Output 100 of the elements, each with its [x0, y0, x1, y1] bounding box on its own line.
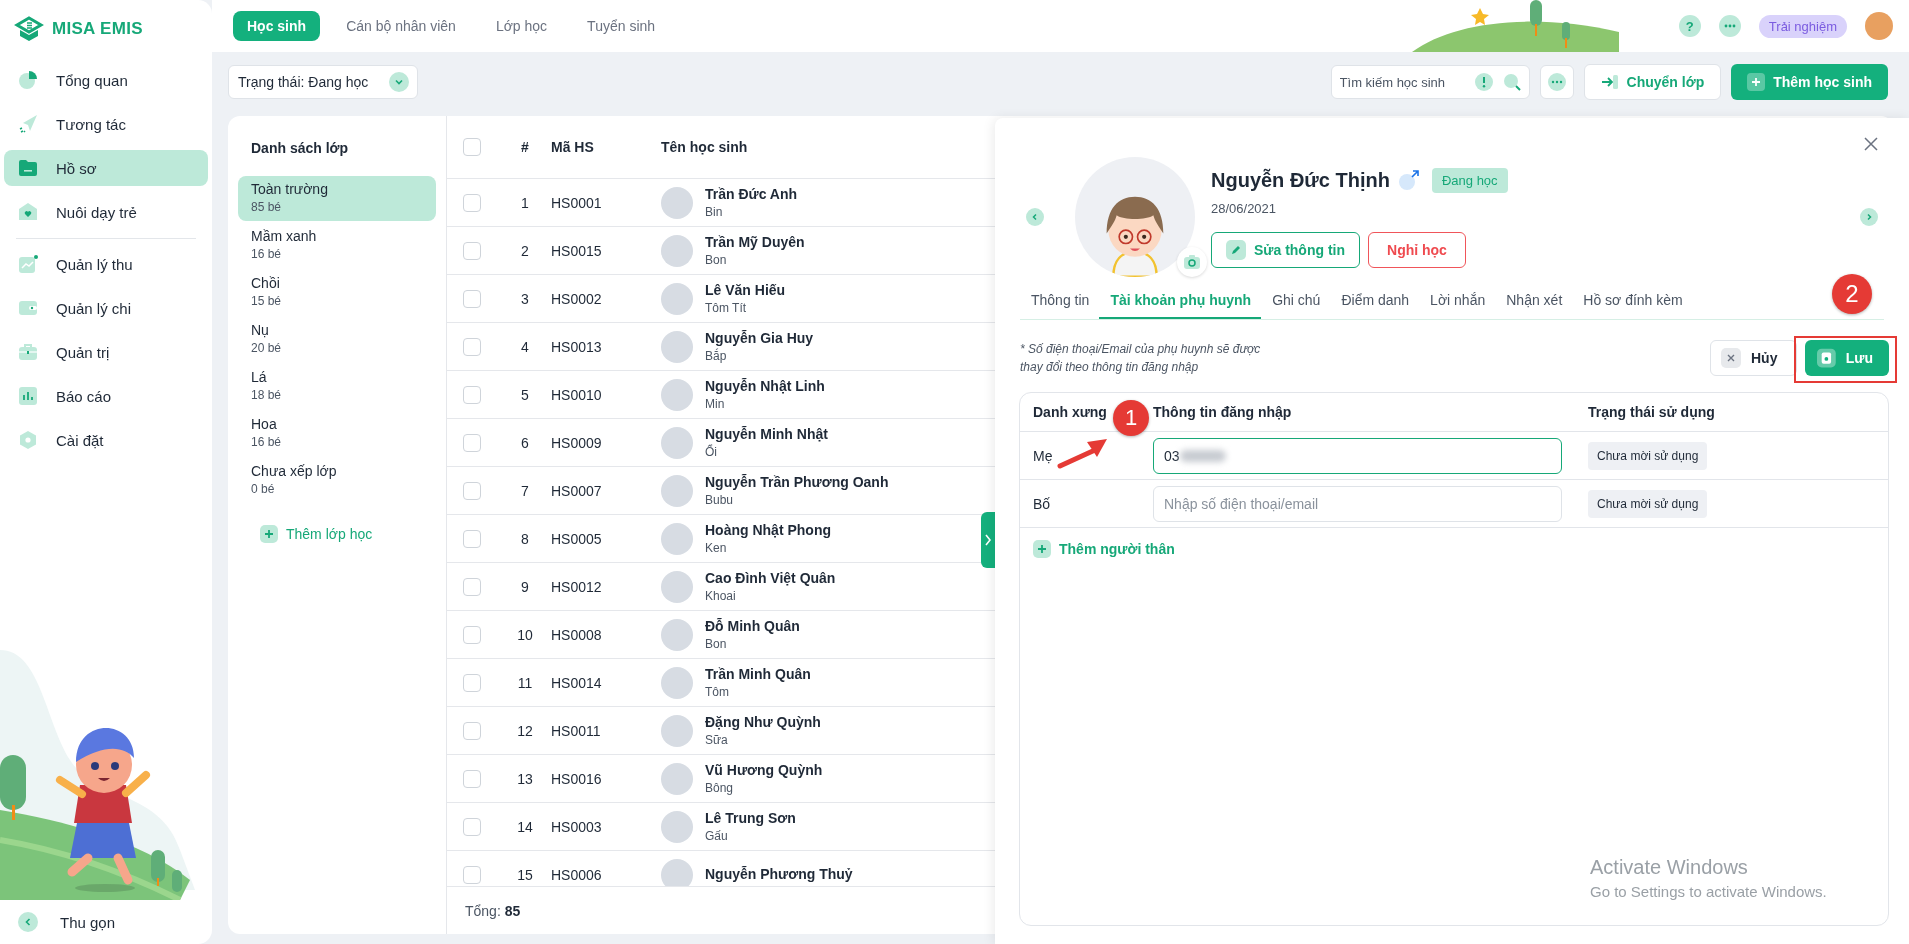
student-code: HS0008	[551, 626, 603, 643]
photo-placeholder	[661, 810, 693, 843]
user-avatar[interactable]	[1865, 12, 1893, 40]
photo-placeholder	[661, 474, 693, 507]
student-name: Nguyễn Phương Thuỷ	[705, 865, 853, 884]
student-code: HS0012	[551, 578, 603, 595]
chevron-left-icon	[1031, 213, 1039, 221]
camera-button[interactable]	[1177, 247, 1207, 277]
login-input[interactable]: Nhập số điện thoại/email	[1153, 485, 1562, 522]
select-all-checkbox[interactable]	[463, 138, 481, 156]
row-checkbox[interactable]	[463, 385, 481, 404]
row-checkbox[interactable]	[463, 865, 481, 884]
sidebar-item[interactable]: Quản lý chi	[4, 290, 208, 326]
login-input[interactable]: 03	[1153, 437, 1562, 474]
settings-icon	[18, 430, 38, 450]
student-name: Trần Minh Quân	[705, 665, 811, 684]
class-item[interactable]: Chồi 15 bé	[238, 270, 436, 315]
column-header: Tên học sinh	[661, 139, 748, 155]
chevron-right-icon	[984, 533, 992, 547]
ellipsis-icon	[1547, 73, 1566, 91]
previous-button[interactable]	[1026, 208, 1044, 226]
class-count: 15 bé	[251, 293, 283, 309]
more-button[interactable]	[1718, 15, 1741, 37]
profile-tab[interactable]: Nhận xét	[1495, 284, 1573, 319]
relation-label: Mẹ	[1033, 447, 1054, 464]
row-checkbox[interactable]	[463, 673, 481, 692]
row-checkbox[interactable]	[463, 241, 481, 260]
next-button[interactable]	[1860, 208, 1878, 226]
student-code: HS0003	[551, 818, 603, 835]
search-field[interactable]: Tìm kiếm học sinh	[1330, 65, 1530, 99]
sidebar-item[interactable]: Hồ sơ	[4, 150, 208, 186]
student-nickname: Ken	[705, 540, 728, 556]
row-checkbox[interactable]	[463, 433, 481, 452]
row-checkbox[interactable]	[463, 817, 481, 836]
expand-handle[interactable]	[981, 512, 995, 568]
row-checkbox[interactable]	[463, 625, 481, 644]
nav-tab[interactable]: Cán bộ nhân viên	[332, 11, 470, 41]
camera-icon	[1183, 254, 1201, 270]
row-checkbox[interactable]	[463, 769, 481, 788]
row-checkbox[interactable]	[463, 481, 481, 500]
class-item[interactable]: Lá 18 bé	[238, 364, 436, 409]
student-name: Lê Văn Hiếu	[705, 281, 786, 300]
more-button[interactable]	[1539, 65, 1574, 99]
photo-placeholder	[661, 858, 693, 886]
student-nickname: Sữa	[705, 732, 729, 748]
row-number: 4	[520, 338, 530, 355]
collapse-button[interactable]: Thu gọn	[0, 900, 212, 944]
sidebar-item[interactable]: Quản trị	[4, 334, 208, 370]
student-name: Nguyễn Nhật Linh	[705, 377, 825, 396]
class-name: Mầm xanh	[251, 227, 318, 246]
profile-tab[interactable]: Thông tin	[1020, 284, 1100, 319]
class-item[interactable]: Mầm xanh 16 bé	[238, 223, 436, 268]
stop-study-button[interactable]: Nghỉ học	[1368, 232, 1466, 268]
profile-tab[interactable]: Lời nhắn	[1419, 284, 1496, 319]
student-code: HS0002	[551, 290, 603, 307]
student-nickname: Min	[705, 396, 726, 412]
logo-text: MISA EMIS	[52, 19, 143, 39]
student-name: Nguyễn Minh Nhật	[705, 425, 828, 444]
cancel-button[interactable]: Hủy	[1710, 340, 1797, 376]
row-number: 1	[520, 194, 530, 211]
sidebar-item[interactable]: Quản lý thu	[4, 246, 208, 282]
sidebar-item[interactable]: Nuôi dạy trẻ	[4, 194, 208, 230]
class-item[interactable]: Chưa xếp lớp 0 bé	[238, 458, 436, 503]
row-number: 6	[520, 434, 530, 451]
sidebar-item[interactable]: Báo cáo	[4, 378, 208, 414]
row-number: 5	[520, 386, 530, 403]
student-nickname: Bin	[705, 204, 724, 220]
photo-placeholder	[661, 714, 693, 747]
student-nickname: Bubu	[705, 492, 735, 508]
status-badge: Đang học	[1431, 167, 1508, 193]
student-name: Nguyễn Trần Phương Oanh	[705, 473, 889, 492]
annotation-marker: 1	[1113, 400, 1149, 436]
class-item[interactable]: Toàn trường 85 bé	[238, 176, 436, 221]
row-number: 10	[516, 626, 534, 643]
nav-tab[interactable]: Tuyển sinh	[573, 11, 670, 41]
sidebar-item[interactable]: Cài đặt	[4, 422, 208, 458]
row-number: 2	[520, 242, 530, 259]
info-icon	[1474, 73, 1493, 91]
close-button[interactable]	[1863, 136, 1879, 152]
nav-tab[interactable]: Lớp học	[481, 11, 562, 41]
class-item[interactable]: Hoa 16 bé	[238, 411, 436, 456]
profile-tab[interactable]: Ghi chú	[1261, 284, 1331, 319]
plus-icon	[1033, 540, 1051, 558]
row-checkbox[interactable]	[463, 337, 481, 356]
sidebar-item[interactable]: Tương tác	[4, 106, 208, 142]
row-checkbox[interactable]	[463, 721, 481, 740]
row-checkbox[interactable]	[463, 289, 481, 308]
sidebar-item[interactable]: Tổng quan	[4, 62, 208, 98]
profile-tab[interactable]: Điểm danh	[1330, 284, 1420, 319]
class-item[interactable]: Nụ 20 bé	[238, 317, 436, 362]
student-name: Nguyễn Gia Huy	[705, 329, 814, 348]
photo-placeholder	[661, 762, 693, 795]
ellipsis-icon	[1723, 24, 1736, 28]
relation-label: Bố	[1033, 495, 1052, 512]
photo-placeholder	[661, 522, 693, 555]
status-dropdown[interactable]: Trạng thái: Đang học	[228, 65, 418, 99]
row-checkbox[interactable]	[463, 529, 481, 548]
row-checkbox[interactable]	[463, 577, 481, 596]
row-checkbox[interactable]	[463, 193, 481, 212]
profile-tab[interactable]: Hồ sơ đính kèm	[1572, 284, 1693, 319]
